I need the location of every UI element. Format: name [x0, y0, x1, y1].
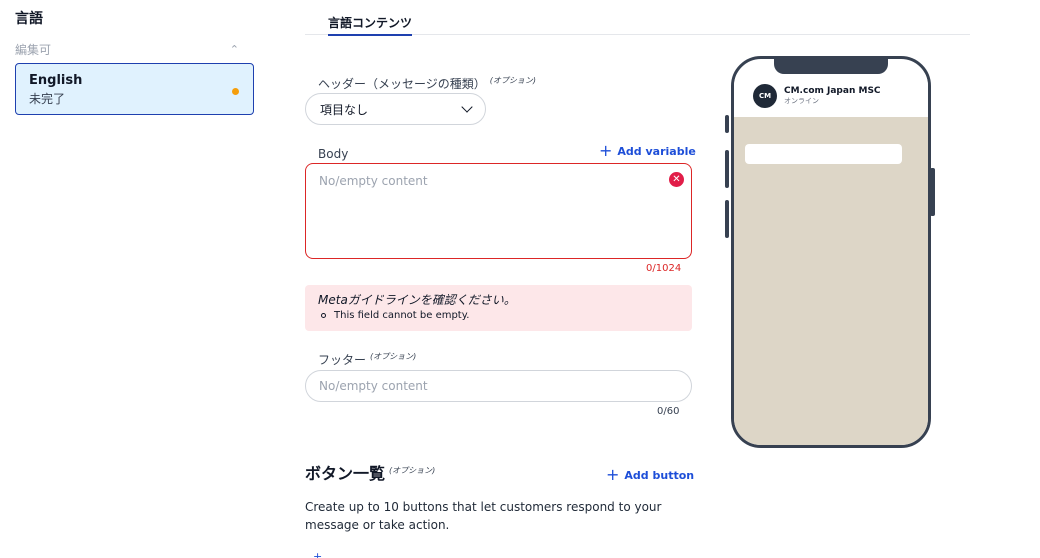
footer-char-counter: 0/60: [657, 406, 680, 417]
validation-alert: Metaガイドラインを確認ください。 This field cannot be …: [305, 285, 692, 331]
header-type-select[interactable]: 項目なし: [305, 93, 486, 125]
alert-item-text: This field cannot be empty.: [334, 310, 470, 321]
add-variable-button[interactable]: + Add variable: [599, 143, 696, 159]
footer-input[interactable]: No/empty content: [305, 370, 692, 402]
chat-account: CM.com Japan MSC オンライン: [784, 86, 881, 106]
bullet-icon: [321, 313, 326, 318]
chat-header: CM CM.com Japan MSC オンライン: [734, 74, 928, 117]
header-label-text: ヘッダー（メッセージの種類）: [318, 77, 486, 91]
body-label: Body: [318, 147, 349, 161]
body-placeholder: No/empty content: [319, 174, 428, 188]
footer-optional-tag: (オプション): [370, 352, 417, 361]
buttons-optional-tag: (オプション): [389, 465, 436, 475]
header-optional-tag: (オプション): [489, 76, 537, 85]
footer-placeholder: No/empty content: [319, 379, 428, 393]
buttons-heading-text: ボタン一覧: [305, 464, 386, 483]
phone-side-button: [725, 150, 729, 188]
phone-side-button: [725, 200, 729, 238]
phone-preview: CM CM.com Japan MSC オンライン: [731, 56, 931, 448]
tab-bar: 言語コンテンツ: [305, 0, 970, 36]
chat-account-name: CM.com Japan MSC: [784, 85, 881, 96]
phone-notch: [774, 59, 888, 74]
footer-label: フッター (オプション): [318, 351, 416, 368]
sidebar-section-label: 編集可: [15, 43, 52, 57]
message-bubble: [745, 144, 902, 164]
chat-background: [734, 117, 928, 445]
chevron-down-icon: [461, 101, 473, 113]
body-char-counter: 0/1024: [646, 263, 682, 274]
sidebar-title: 言語: [15, 11, 43, 27]
add-button-label: Add button: [624, 468, 695, 482]
chat-account-status: オンライン: [784, 96, 819, 105]
phone-side-button: [725, 115, 729, 133]
tab-language-content[interactable]: 言語コンテンツ: [328, 14, 413, 36]
chevron-up-icon[interactable]: ⌃: [230, 43, 239, 56]
header-type-value: 項目なし: [320, 102, 369, 117]
header-label: ヘッダー（メッセージの種類） (オプション): [318, 75, 536, 92]
alert-title: Metaガイドラインを確認ください。: [318, 293, 516, 307]
add-variable-label: Add variable: [617, 144, 696, 158]
language-name: English: [29, 73, 83, 88]
body-textarea[interactable]: No/empty content ✕: [305, 163, 692, 259]
language-item-english[interactable]: English 未完了: [15, 63, 254, 115]
add-button-button[interactable]: + Add button: [606, 467, 694, 483]
buttons-description: Create up to 10 buttons that let custome…: [305, 500, 662, 532]
plus-icon: +: [313, 550, 323, 558]
sidebar-section-header[interactable]: 編集可 ⌃: [15, 41, 239, 58]
language-status: 未完了: [29, 92, 66, 106]
incomplete-status-dot: [232, 88, 239, 95]
buttons-heading: ボタン一覧 (オプション): [305, 460, 435, 484]
plus-icon: +: [599, 141, 613, 160]
error-clear-icon[interactable]: ✕: [669, 172, 684, 187]
footer-label-text: フッター: [318, 353, 367, 367]
alert-item: This field cannot be empty.: [318, 308, 679, 323]
plus-icon: +: [606, 465, 620, 484]
avatar: CM: [753, 83, 777, 108]
